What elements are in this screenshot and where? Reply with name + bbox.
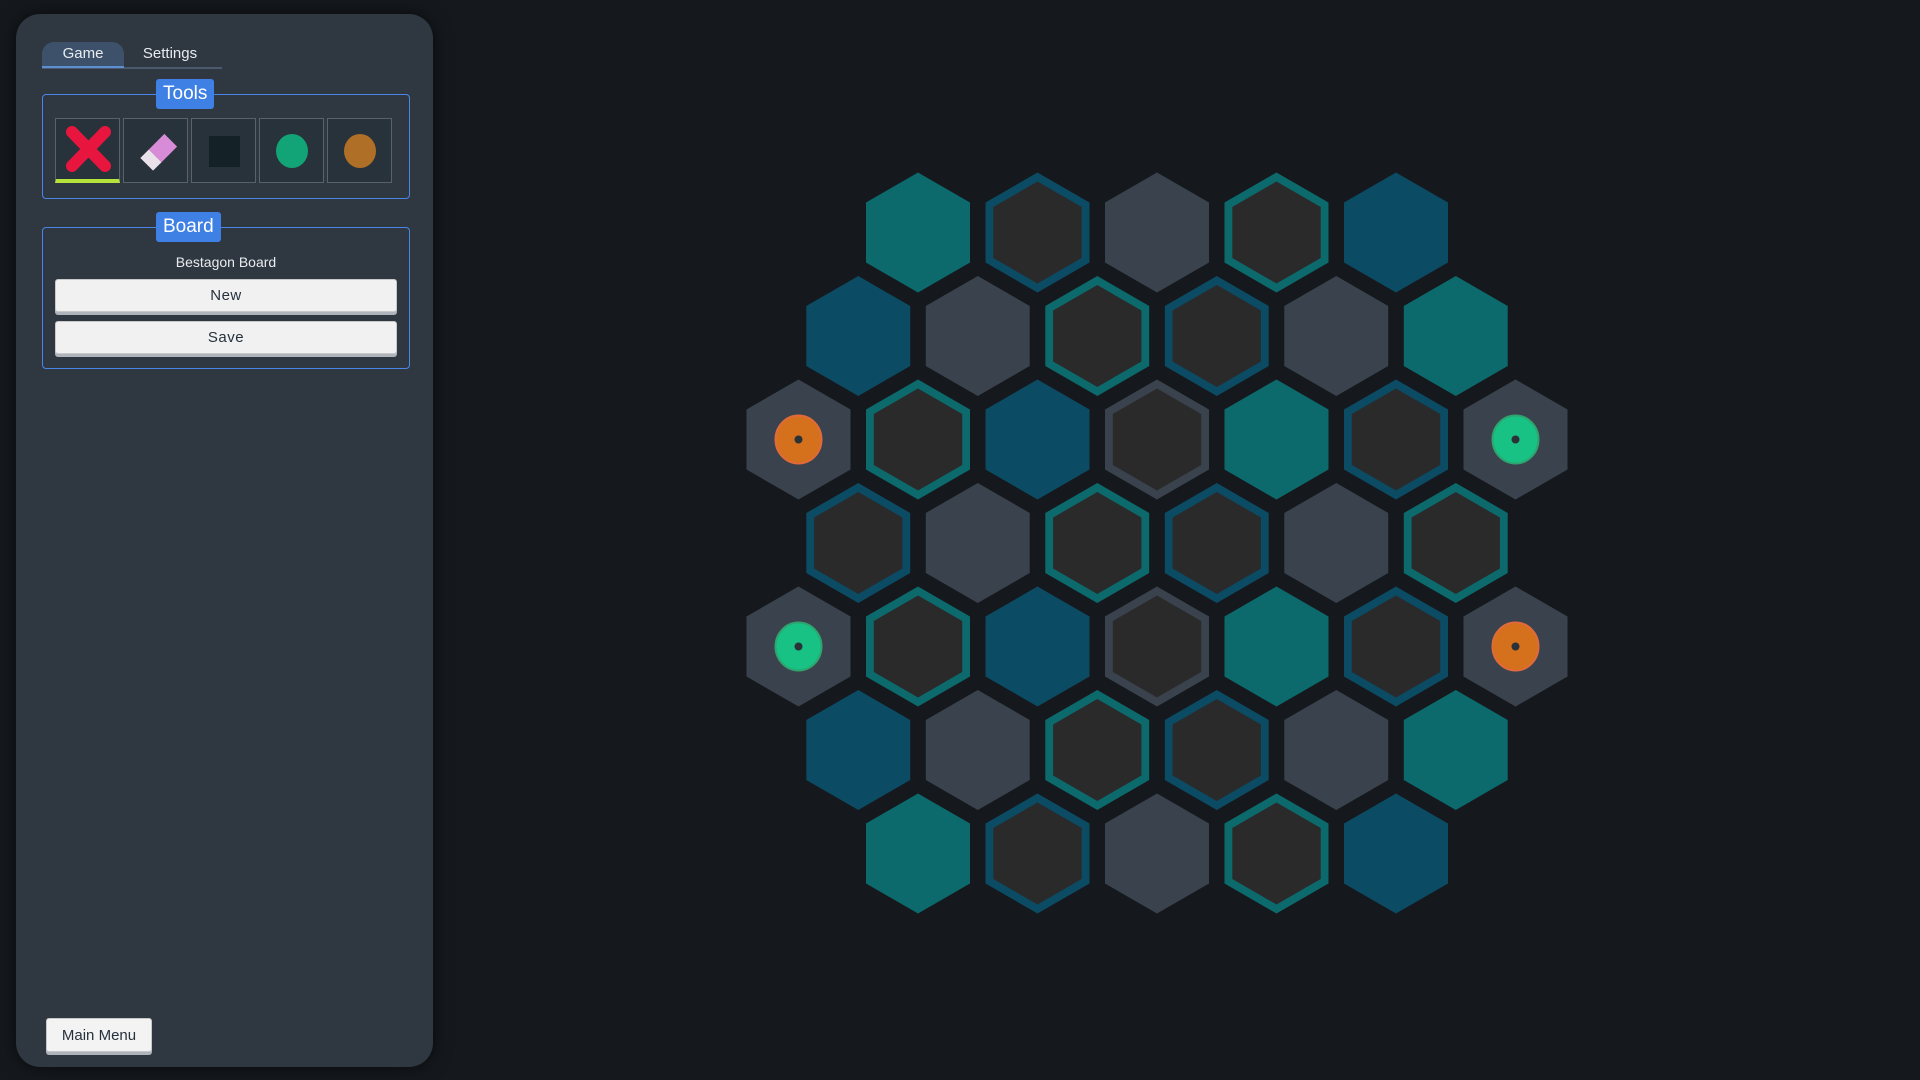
hex-cell[interactable] (1344, 379, 1448, 500)
hex-cell[interactable] (1224, 172, 1329, 293)
hex-cell[interactable] (1224, 793, 1329, 914)
hex-cell[interactable] (1105, 172, 1209, 293)
hex-cell[interactable] (1224, 586, 1329, 707)
hex-cell[interactable] (1284, 483, 1389, 603)
hex-cell[interactable] (806, 483, 911, 603)
hex-cell[interactable] (985, 586, 1090, 707)
hex-cell[interactable] (806, 690, 911, 810)
hex-cell[interactable] (1403, 690, 1508, 810)
hex-cell[interactable] (1463, 586, 1568, 707)
hex-cell[interactable] (1344, 172, 1448, 293)
hex-cell[interactable] (746, 379, 851, 500)
hex-cell[interactable] (1164, 483, 1269, 603)
hex-cell[interactable] (1105, 379, 1209, 500)
hex-cell[interactable] (985, 172, 1090, 293)
hex-cell[interactable] (1403, 483, 1508, 603)
hex-cell[interactable] (1224, 379, 1329, 500)
hex-cell[interactable] (866, 172, 970, 293)
hex-board (746, 172, 1568, 914)
hex-cell[interactable] (746, 586, 851, 707)
hex-cell[interactable] (806, 276, 911, 396)
hex-cell[interactable] (1045, 690, 1150, 810)
hex-cell[interactable] (1045, 483, 1150, 603)
hex-cell[interactable] (1164, 276, 1269, 396)
hex-cell[interactable] (1463, 379, 1568, 500)
green-piece[interactable] (774, 621, 823, 672)
hex-cell[interactable] (1403, 276, 1508, 396)
hex-cell[interactable] (1344, 793, 1448, 914)
hex-cell[interactable] (1284, 690, 1389, 810)
hex-cell[interactable] (1164, 690, 1269, 810)
hex-cell[interactable] (985, 379, 1090, 500)
hex-cell[interactable] (925, 690, 1030, 810)
hex-cell[interactable] (1105, 793, 1209, 914)
hex-cell[interactable] (1045, 276, 1150, 396)
hex-cell[interactable] (1344, 586, 1448, 707)
hex-cell[interactable] (866, 379, 970, 500)
green-piece[interactable] (1491, 414, 1540, 465)
orange-piece[interactable] (1491, 621, 1540, 672)
orange-piece[interactable] (774, 414, 823, 465)
hex-cell[interactable] (866, 793, 970, 914)
hex-cell[interactable] (1105, 586, 1209, 707)
hex-cell[interactable] (925, 276, 1030, 396)
hex-cell[interactable] (866, 586, 970, 707)
hex-cell[interactable] (1284, 276, 1389, 396)
hex-cell[interactable] (985, 793, 1090, 914)
hex-cell[interactable] (925, 483, 1030, 603)
